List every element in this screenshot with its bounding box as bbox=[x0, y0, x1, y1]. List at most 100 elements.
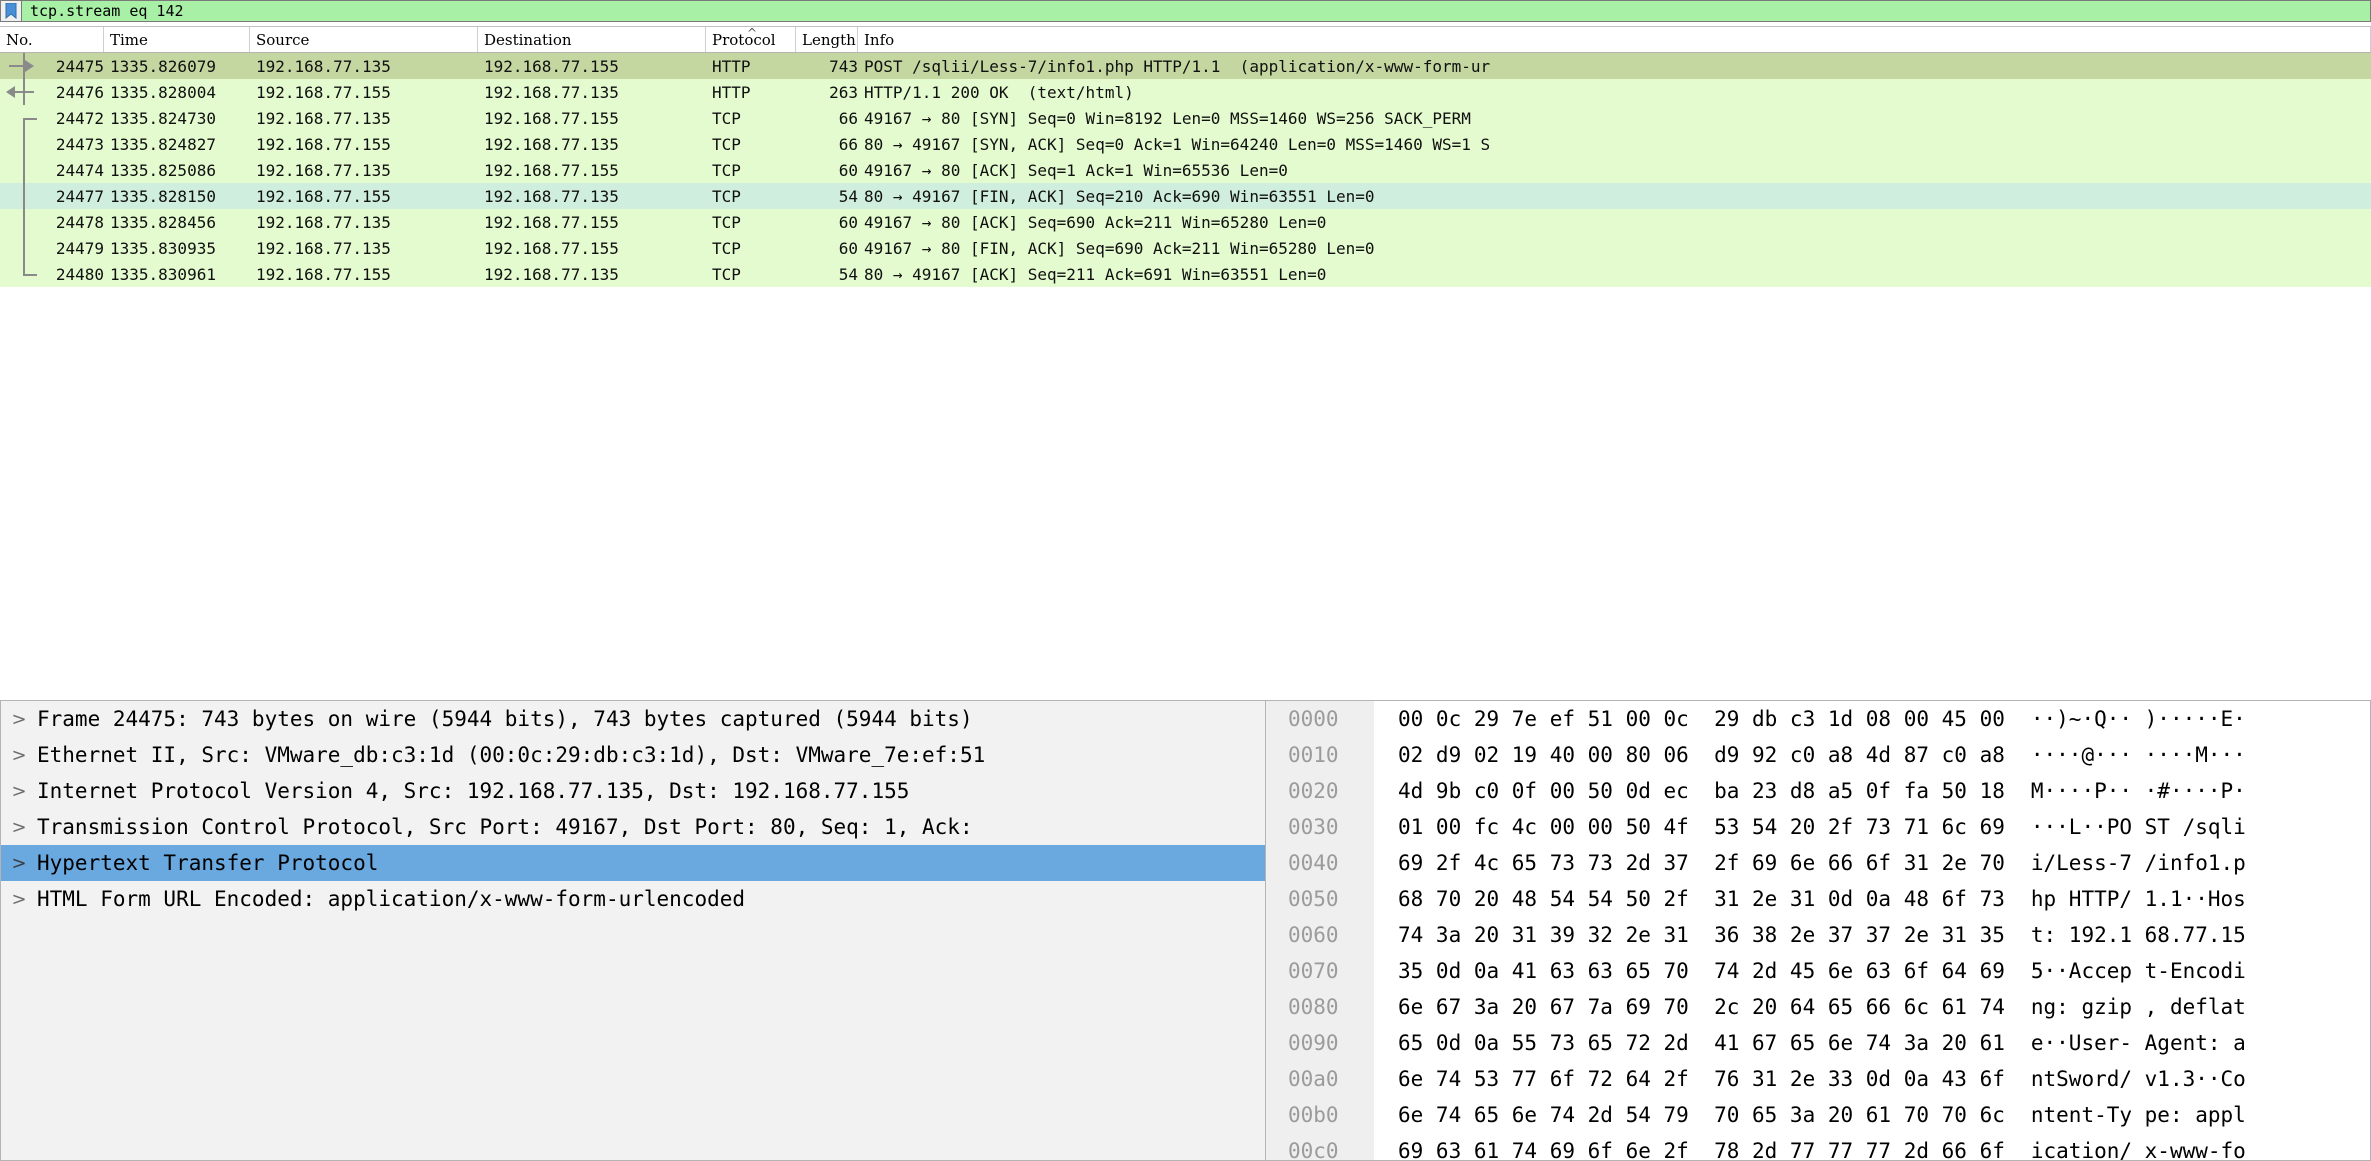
chevron-right-icon[interactable]: > bbox=[1, 817, 37, 838]
hex-dump-row[interactable]: 003001 00 fc 4c 00 00 50 4f 53 54 20 2f … bbox=[1266, 809, 2370, 845]
detail-tree-item[interactable]: >Ethernet II, Src: VMware_db:c3:1d (00:0… bbox=[1, 737, 1265, 773]
cell-len: 263 bbox=[796, 79, 864, 105]
cell-proto: TCP bbox=[706, 105, 802, 131]
cell-dst: 192.168.77.155 bbox=[478, 157, 712, 183]
hex-dump-row[interactable]: 00204d 9b c0 0f 00 50 0d ec ba 23 d8 a5 … bbox=[1266, 773, 2370, 809]
hex-dump-row[interactable]: 009065 0d 0a 55 73 65 72 2d 41 67 65 6e … bbox=[1266, 1025, 2370, 1061]
table-row[interactable]: 244761335.828004192.168.77.155192.168.77… bbox=[0, 79, 2371, 105]
hex-dump-row[interactable]: 00806e 67 3a 20 67 7a 69 70 2c 20 64 65 … bbox=[1266, 989, 2370, 1025]
detail-tree-item[interactable]: >Frame 24475: 743 bytes on wire (5944 bi… bbox=[1, 701, 1265, 737]
cell-info: 49167 → 80 [SYN] Seq=0 Win=8192 Len=0 MS… bbox=[858, 105, 2371, 131]
chevron-right-icon[interactable]: > bbox=[1, 709, 37, 730]
column-header-label: Time bbox=[110, 31, 148, 49]
column-header-src[interactable]: Source bbox=[250, 27, 478, 52]
hex-bytes: 6e 67 3a 20 67 7a 69 70 2c 20 64 65 66 6… bbox=[1374, 995, 2005, 1019]
hex-dump-body[interactable]: 000000 0c 29 7e ef 51 00 0c 29 db c3 1d … bbox=[1266, 701, 2370, 1161]
cell-proto: TCP bbox=[706, 261, 802, 287]
hex-offset: 0000 bbox=[1266, 701, 1374, 737]
table-row[interactable]: 244781335.828456192.168.77.135192.168.77… bbox=[0, 209, 2371, 235]
chevron-right-icon[interactable]: > bbox=[1, 889, 37, 910]
display-filter-bar: tcp.stream eq 142 bbox=[0, 0, 2371, 22]
display-filter-input[interactable]: tcp.stream eq 142 bbox=[22, 0, 2371, 22]
column-header-time[interactable]: Time bbox=[104, 27, 250, 52]
detail-tree-item[interactable]: >Hypertext Transfer Protocol bbox=[1, 845, 1265, 881]
cell-time: 1335.828150 bbox=[104, 183, 256, 209]
hex-bytes: 74 3a 20 31 39 32 2e 31 36 38 2e 37 37 2… bbox=[1374, 923, 2005, 947]
hex-dump-row[interactable]: 000000 0c 29 7e ef 51 00 0c 29 db c3 1d … bbox=[1266, 701, 2370, 737]
packet-detail-pane[interactable]: >Frame 24475: 743 bytes on wire (5944 bi… bbox=[0, 700, 1266, 1161]
detail-tree-item[interactable]: >Internet Protocol Version 4, Src: 192.1… bbox=[1, 773, 1265, 809]
column-header-proto[interactable]: Protocol^ bbox=[706, 27, 796, 52]
cell-len: 60 bbox=[796, 209, 864, 235]
hex-offset: 0010 bbox=[1266, 737, 1374, 773]
hex-dump-row[interactable]: 005068 70 20 48 54 54 50 2f 31 2e 31 0d … bbox=[1266, 881, 2370, 917]
cell-dst: 192.168.77.135 bbox=[478, 261, 712, 287]
hex-ascii: ng: gzip , deflat bbox=[2005, 995, 2246, 1019]
cell-dst: 192.168.77.135 bbox=[478, 79, 712, 105]
detail-tree-item-label: Hypertext Transfer Protocol bbox=[37, 851, 378, 875]
hex-dump-row[interactable]: 00a06e 74 53 77 6f 72 64 2f 76 31 2e 33 … bbox=[1266, 1061, 2370, 1097]
detail-tree-item[interactable]: >Transmission Control Protocol, Src Port… bbox=[1, 809, 1265, 845]
hex-bytes: 01 00 fc 4c 00 00 50 4f 53 54 20 2f 73 7… bbox=[1374, 815, 2005, 839]
cell-proto: TCP bbox=[706, 183, 802, 209]
table-row[interactable]: 244731335.824827192.168.77.155192.168.77… bbox=[0, 131, 2371, 157]
hex-offset: 0030 bbox=[1266, 809, 1374, 845]
packet-list[interactable]: No. Time SourceDestinationProtocol^ Length I… bbox=[0, 27, 2371, 437]
cell-dst: 192.168.77.155 bbox=[478, 235, 712, 261]
column-header-len[interactable]: Length bbox=[796, 27, 858, 52]
sort-ascending-icon: ^ bbox=[747, 28, 757, 38]
packet-bytes-pane[interactable]: 000000 0c 29 7e ef 51 00 0c 29 db c3 1d … bbox=[1266, 700, 2371, 1161]
cell-time: 1335.828456 bbox=[104, 209, 256, 235]
hex-offset: 0070 bbox=[1266, 953, 1374, 989]
table-row[interactable]: 244801335.830961192.168.77.155192.168.77… bbox=[0, 261, 2371, 287]
hex-ascii: ···L··PO ST /sqli bbox=[2005, 815, 2246, 839]
hex-offset: 0090 bbox=[1266, 1025, 1374, 1061]
cell-time: 1335.826079 bbox=[104, 53, 256, 79]
table-row[interactable]: 244751335.826079192.168.77.135192.168.77… bbox=[0, 53, 2371, 79]
hex-dump-row[interactable]: 004069 2f 4c 65 73 73 2d 37 2f 69 6e 66 … bbox=[1266, 845, 2370, 881]
chevron-right-icon[interactable]: > bbox=[1, 781, 37, 802]
packet-list-body[interactable]: 244751335.826079192.168.77.135192.168.77… bbox=[0, 53, 2371, 287]
cell-src: 192.168.77.155 bbox=[250, 183, 484, 209]
table-row[interactable]: 244741335.825086192.168.77.135192.168.77… bbox=[0, 157, 2371, 183]
wireshark-window: tcp.stream eq 142 No. Time SourceDestinati… bbox=[0, 0, 2371, 1161]
bookmark-icon[interactable] bbox=[0, 0, 22, 22]
hex-ascii: ntent-Ty pe: appl bbox=[2005, 1103, 2246, 1127]
detail-tree-item-label: Ethernet II, Src: VMware_db:c3:1d (00:0c… bbox=[37, 743, 985, 767]
hex-dump-row[interactable]: 007035 0d 0a 41 63 63 65 70 74 2d 45 6e … bbox=[1266, 953, 2370, 989]
hex-dump-row[interactable]: 00c069 63 61 74 69 6f 6e 2f 78 2d 77 77 … bbox=[1266, 1133, 2370, 1161]
cell-src: 192.168.77.155 bbox=[250, 131, 484, 157]
hex-bytes: 4d 9b c0 0f 00 50 0d ec ba 23 d8 a5 0f f… bbox=[1374, 779, 2005, 803]
hex-ascii: i/Less-7 /info1.p bbox=[2005, 851, 2246, 875]
cell-time: 1335.830935 bbox=[104, 235, 256, 261]
cell-proto: TCP bbox=[706, 131, 802, 157]
column-header-label: Length bbox=[802, 31, 856, 49]
hex-dump-row[interactable]: 00b06e 74 65 6e 74 2d 54 79 70 65 3a 20 … bbox=[1266, 1097, 2370, 1133]
detail-tree-item-label: Frame 24475: 743 bytes on wire (5944 bit… bbox=[37, 707, 973, 731]
cell-src: 192.168.77.155 bbox=[250, 79, 484, 105]
cell-proto: TCP bbox=[706, 209, 802, 235]
table-row[interactable]: 244791335.830935192.168.77.135192.168.77… bbox=[0, 235, 2371, 261]
cell-len: 66 bbox=[796, 105, 864, 131]
hex-bytes: 69 63 61 74 69 6f 6e 2f 78 2d 77 77 77 2… bbox=[1374, 1139, 2005, 1161]
cell-src: 192.168.77.135 bbox=[250, 157, 484, 183]
chevron-right-icon[interactable]: > bbox=[1, 853, 37, 874]
display-filter-value: tcp.stream eq 142 bbox=[30, 2, 184, 20]
table-row[interactable]: 244721335.824730192.168.77.135192.168.77… bbox=[0, 105, 2371, 131]
hex-offset: 0040 bbox=[1266, 845, 1374, 881]
column-header-info[interactable]: Info bbox=[858, 27, 2371, 52]
cell-proto: TCP bbox=[706, 235, 802, 261]
lower-panes: >Frame 24475: 743 bytes on wire (5944 bi… bbox=[0, 700, 2371, 1161]
column-header-dst[interactable]: Destination bbox=[478, 27, 706, 52]
hex-dump-row[interactable]: 006074 3a 20 31 39 32 2e 31 36 38 2e 37 … bbox=[1266, 917, 2370, 953]
cell-src: 192.168.77.135 bbox=[250, 105, 484, 131]
hex-dump-row[interactable]: 001002 d9 02 19 40 00 80 06 d9 92 c0 a8 … bbox=[1266, 737, 2370, 773]
table-row[interactable]: 244771335.828150192.168.77.155192.168.77… bbox=[0, 183, 2371, 209]
detail-tree-item[interactable]: >HTML Form URL Encoded: application/x-ww… bbox=[1, 881, 1265, 917]
cell-proto: HTTP bbox=[706, 79, 802, 105]
cell-len: 54 bbox=[796, 183, 864, 209]
column-header-label: Info bbox=[864, 31, 894, 49]
column-header-no[interactable]: No. bbox=[0, 27, 104, 52]
chevron-right-icon[interactable]: > bbox=[1, 745, 37, 766]
cell-no: 24474 bbox=[0, 157, 110, 183]
